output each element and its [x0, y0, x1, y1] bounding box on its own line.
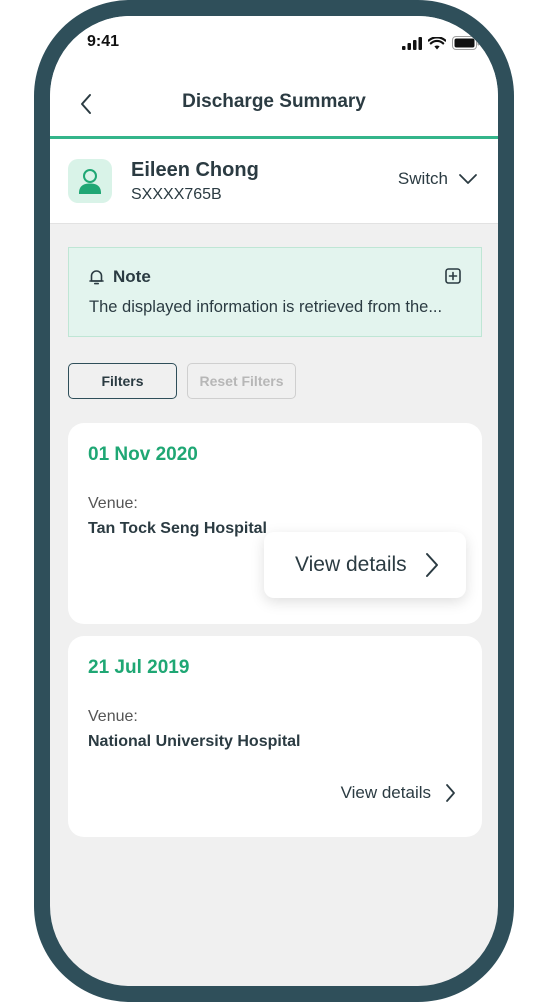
record-card: 21 Jul 2019 Venue: National University H…	[68, 636, 482, 837]
view-details-button-highlighted[interactable]: View details	[264, 532, 466, 598]
switch-label: Switch	[397, 169, 448, 188]
record-date: 01 Nov 2020	[88, 444, 198, 465]
battery-icon	[452, 36, 480, 50]
phone-frame: 9:41 Discharge Summary Eileen Chong SXXX…	[34, 0, 514, 1002]
page-title: Discharge Summary	[182, 91, 366, 112]
venue-label: Venue:	[88, 708, 138, 725]
status-icons	[402, 36, 480, 50]
reset-filters-button[interactable]: Reset Filters	[187, 363, 296, 399]
note-banner: Note The displayed information is retrie…	[68, 247, 482, 337]
filters-button[interactable]: Filters	[68, 363, 177, 399]
user-icon	[79, 169, 101, 194]
chevron-right-icon	[446, 784, 455, 802]
chevron-right-icon	[425, 553, 438, 577]
venue-name: Tan Tock Seng Hospital	[88, 520, 267, 537]
profile-bar: Eileen Chong SXXXX765B Switch	[50, 139, 498, 224]
signal-icon	[402, 36, 422, 50]
status-time: 9:41	[87, 33, 120, 50]
record-date: 21 Jul 2019	[88, 657, 190, 678]
view-details-button[interactable]: View details	[341, 783, 456, 803]
plus-square-icon[interactable]	[445, 268, 461, 284]
chevron-down-icon	[459, 174, 477, 184]
venue-label: Venue:	[88, 495, 138, 512]
status-bar: 9:41	[50, 16, 498, 72]
screen: 9:41 Discharge Summary Eileen Chong SXXX…	[50, 16, 498, 986]
note-text: The displayed information is retrieved f…	[89, 298, 443, 316]
bell-icon	[89, 270, 104, 285]
note-header: Note	[89, 267, 151, 287]
view-details-label: View details	[295, 553, 407, 576]
switch-profile-button[interactable]: Switch	[398, 169, 478, 189]
avatar	[68, 159, 112, 203]
wifi-icon	[428, 36, 446, 49]
app-header: Discharge Summary	[50, 72, 498, 139]
venue-name: National University Hospital	[88, 733, 301, 750]
profile-id: SXXXX765B	[131, 186, 222, 203]
note-title: Note	[113, 267, 151, 286]
profile-name: Eileen Chong	[131, 159, 259, 181]
view-details-label: View details	[340, 783, 431, 802]
